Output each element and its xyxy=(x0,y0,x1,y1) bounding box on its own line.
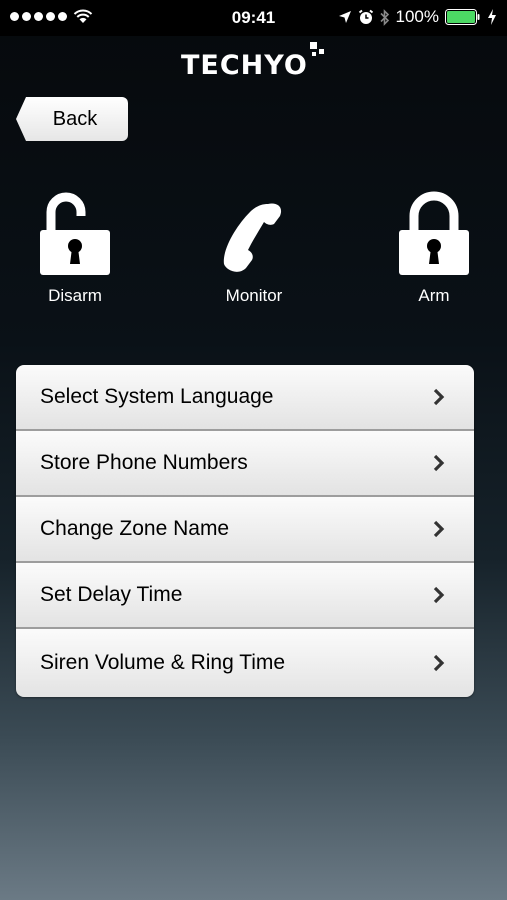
menu-item-label: Change Zone Name xyxy=(40,517,230,540)
back-button[interactable]: Back xyxy=(16,97,128,141)
settings-menu: Select System Language Store Phone Numbe… xyxy=(16,365,474,697)
disarm-label: Disarm xyxy=(48,286,102,305)
alarm-clock-icon xyxy=(358,9,373,24)
arm-label: Arm xyxy=(418,286,450,305)
menu-item-label: Store Phone Numbers xyxy=(40,451,248,474)
logo-dots-icon xyxy=(308,42,328,82)
menu-item-label: Set Delay Time xyxy=(40,583,183,606)
locked-padlock-icon xyxy=(399,191,469,275)
logo-text: TECHYO xyxy=(181,49,308,81)
chevron-right-icon xyxy=(433,520,445,538)
battery-icon xyxy=(445,9,480,25)
menu-item-label: Siren Volume & Ring Time xyxy=(40,651,286,674)
menu-item-set-delay-time[interactable]: Set Delay Time xyxy=(16,563,474,629)
chevron-right-icon xyxy=(433,654,445,672)
disarm-button[interactable]: Disarm xyxy=(15,190,135,310)
status-right: 100% xyxy=(338,7,497,27)
unlocked-padlock-icon xyxy=(40,192,110,275)
monitor-label: Monitor xyxy=(225,286,283,305)
location-arrow-icon xyxy=(338,11,351,23)
techyo-logo: TECHYO xyxy=(181,42,328,82)
battery-percent: 100% xyxy=(395,7,439,26)
chevron-right-icon xyxy=(433,454,445,472)
status-bar: 09:41 100% xyxy=(0,0,507,36)
menu-item-change-zone-name[interactable]: Change Zone Name xyxy=(16,497,474,563)
menu-item-label: Select System Language xyxy=(40,385,274,408)
phone-handset-icon xyxy=(223,203,282,272)
arm-button[interactable]: Arm xyxy=(374,190,494,310)
menu-item-siren-volume-ring-time[interactable]: Siren Volume & Ring Time xyxy=(16,629,474,697)
charging-bolt-icon xyxy=(488,9,496,25)
menu-item-store-phone-numbers[interactable]: Store Phone Numbers xyxy=(16,431,474,497)
chevron-right-icon xyxy=(433,388,445,406)
back-button-label: Back xyxy=(52,107,98,130)
monitor-button[interactable]: Monitor xyxy=(194,190,314,310)
menu-item-select-system-language[interactable]: Select System Language xyxy=(16,365,474,431)
chevron-right-icon xyxy=(433,586,445,604)
bluetooth-icon xyxy=(379,8,389,26)
